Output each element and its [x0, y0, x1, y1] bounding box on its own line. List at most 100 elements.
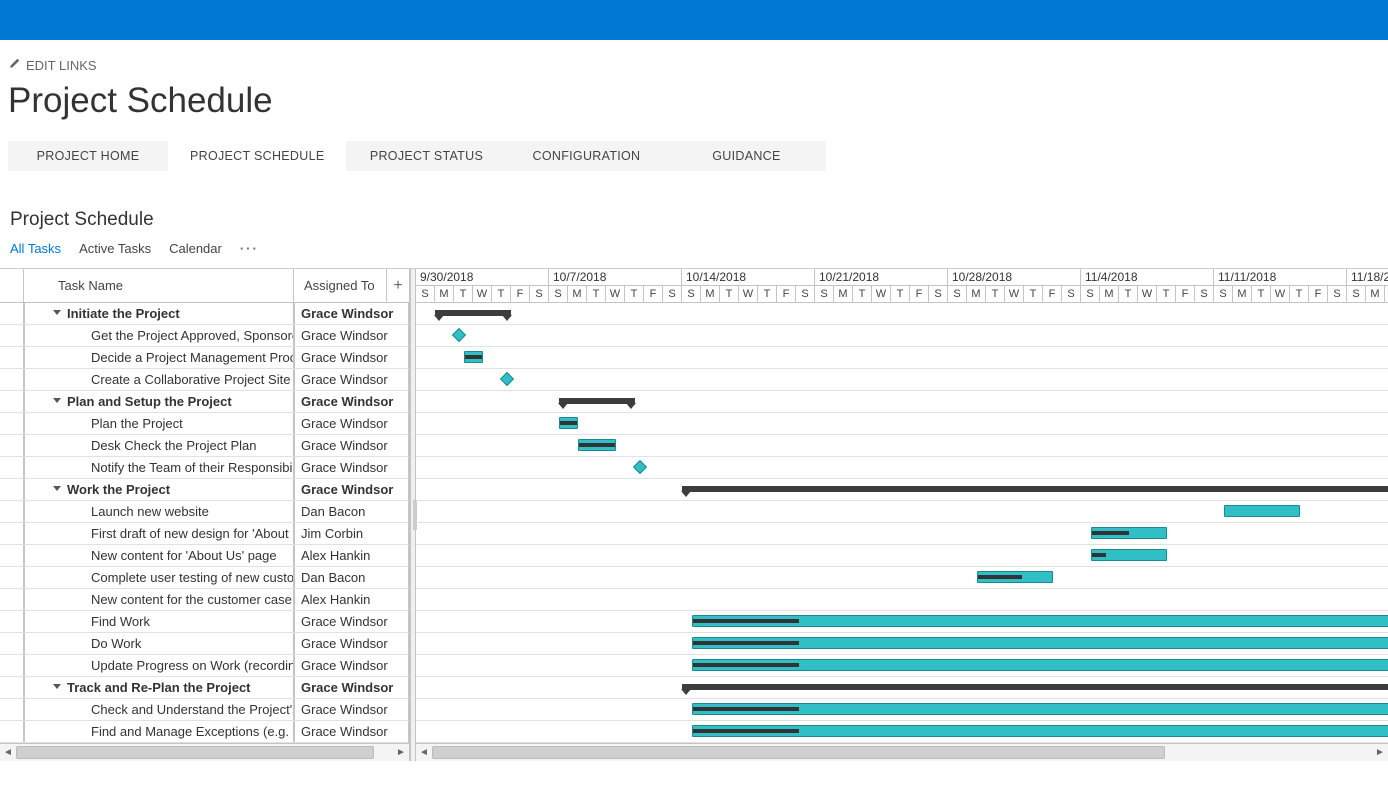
gantt-row[interactable] — [416, 391, 1388, 413]
task-bar[interactable] — [559, 417, 578, 429]
assigned-to-cell[interactable]: Grace Windsor — [294, 699, 409, 720]
view-more-button[interactable]: ··· — [240, 241, 259, 256]
summary-bar[interactable] — [559, 398, 635, 404]
task-name-cell[interactable]: Desk Check the Project Plan — [24, 435, 294, 456]
gantt-row[interactable] — [416, 721, 1388, 743]
task-bar[interactable] — [1224, 505, 1300, 517]
grid-horizontal-scrollbar[interactable]: ◄ ► — [0, 743, 409, 761]
gantt-row[interactable] — [416, 479, 1388, 501]
task-name-cell[interactable]: Track and Re-Plan the Project — [24, 677, 294, 698]
milestone-marker[interactable] — [632, 460, 646, 474]
summary-bar[interactable] — [682, 684, 1388, 690]
gantt-row[interactable] — [416, 457, 1388, 479]
chart-horizontal-scrollbar[interactable]: ◄ ► — [416, 743, 1388, 761]
summary-bar[interactable] — [435, 310, 511, 316]
assigned-to-cell[interactable]: Grace Windsor — [294, 633, 409, 654]
table-row[interactable]: Desk Check the Project PlanGrace Windsor — [0, 435, 409, 457]
gantt-row[interactable] — [416, 677, 1388, 699]
add-column-button[interactable]: + — [387, 269, 409, 302]
task-bar[interactable] — [692, 703, 1388, 715]
table-row[interactable]: Initiate the ProjectGrace Windsor — [0, 303, 409, 325]
assigned-to-cell[interactable]: Grace Windsor — [294, 413, 409, 434]
task-name-cell[interactable]: Create a Collaborative Project Site — [24, 369, 294, 390]
scroll-thumb[interactable] — [432, 746, 1165, 759]
scroll-right-icon[interactable]: ► — [393, 744, 409, 761]
assigned-to-cell[interactable]: Grace Windsor — [294, 369, 409, 390]
summary-bar[interactable] — [682, 486, 1388, 492]
task-name-cell[interactable]: New content for 'About Us' page — [24, 545, 294, 566]
table-row[interactable]: Do WorkGrace Windsor — [0, 633, 409, 655]
task-name-cell[interactable]: Get the Project Approved, Sponsored and … — [24, 325, 294, 346]
table-row[interactable]: Find and Manage Exceptions (e.g. issues,… — [0, 721, 409, 743]
gantt-row[interactable] — [416, 545, 1388, 567]
table-row[interactable]: Check and Understand the Project's Progr… — [0, 699, 409, 721]
assigned-to-cell[interactable]: Grace Windsor — [294, 655, 409, 676]
gantt-row[interactable] — [416, 699, 1388, 721]
view-tab-calendar[interactable]: Calendar — [169, 241, 222, 256]
gantt-row[interactable] — [416, 435, 1388, 457]
nav-tab-configuration[interactable]: CONFIGURATION — [506, 141, 666, 171]
view-tab-active-tasks[interactable]: Active Tasks — [79, 241, 151, 256]
scroll-left-icon[interactable]: ◄ — [0, 744, 16, 761]
table-row[interactable]: Notify the Team of their Responsibilitie… — [0, 457, 409, 479]
task-name-cell[interactable]: New content for the customer case studie… — [24, 589, 294, 610]
task-bar[interactable] — [692, 725, 1388, 737]
task-name-cell[interactable]: Notify the Team of their Responsibilitie… — [24, 457, 294, 478]
milestone-marker[interactable] — [452, 328, 466, 342]
task-name-cell[interactable]: Do Work — [24, 633, 294, 654]
assigned-to-cell[interactable]: Grace Windsor — [294, 457, 409, 478]
task-bar[interactable] — [692, 637, 1388, 649]
task-name-cell[interactable]: Find and Manage Exceptions (e.g. issues,… — [24, 721, 294, 742]
task-name-cell[interactable]: Update Progress on Work (recording actua… — [24, 655, 294, 676]
task-bar[interactable] — [692, 659, 1388, 671]
view-tab-all-tasks[interactable]: All Tasks — [10, 241, 61, 256]
table-row[interactable]: Create a Collaborative Project SiteGrace… — [0, 369, 409, 391]
nav-tab-project-status[interactable]: PROJECT STATUS — [346, 141, 506, 171]
table-row[interactable]: First draft of new design for 'About Us'… — [0, 523, 409, 545]
scroll-right-icon[interactable]: ► — [1372, 744, 1388, 761]
nav-tab-project-home[interactable]: PROJECT HOME — [8, 141, 168, 171]
table-row[interactable]: Find WorkGrace Windsor — [0, 611, 409, 633]
table-row[interactable]: New content for the customer case studie… — [0, 589, 409, 611]
task-name-cell[interactable]: Initiate the Project — [24, 303, 294, 324]
edit-links-button[interactable]: EDIT LINKS — [8, 58, 1380, 73]
table-row[interactable]: Get the Project Approved, Sponsored and … — [0, 325, 409, 347]
collapse-icon[interactable] — [53, 398, 61, 403]
task-name-cell[interactable]: Check and Understand the Project's Progr… — [24, 699, 294, 720]
gantt-row[interactable] — [416, 611, 1388, 633]
table-row[interactable]: Track and Re-Plan the ProjectGrace Winds… — [0, 677, 409, 699]
column-header-assigned[interactable]: Assigned To — [294, 269, 387, 302]
task-name-cell[interactable]: Launch new website — [24, 501, 294, 522]
task-bar[interactable] — [692, 615, 1388, 627]
task-bar[interactable] — [1091, 527, 1167, 539]
assigned-to-cell[interactable]: Grace Windsor — [294, 611, 409, 632]
assigned-to-cell[interactable]: Grace Windsor — [294, 347, 409, 368]
assigned-to-cell[interactable]: Alex Hankin — [294, 589, 409, 610]
table-row[interactable]: Update Progress on Work (recording actua… — [0, 655, 409, 677]
scroll-left-icon[interactable]: ◄ — [416, 744, 432, 761]
nav-tab-project-schedule[interactable]: PROJECT SCHEDULE — [168, 141, 346, 171]
column-header-taskname[interactable]: Task Name — [24, 269, 294, 302]
table-row[interactable]: Launch new websiteDan Bacon — [0, 501, 409, 523]
gantt-row[interactable] — [416, 325, 1388, 347]
assigned-to-cell[interactable]: Grace Windsor — [294, 677, 409, 698]
task-name-cell[interactable]: Complete user testing of new customer po… — [24, 567, 294, 588]
task-bar[interactable] — [1091, 549, 1167, 561]
task-name-cell[interactable]: Plan the Project — [24, 413, 294, 434]
table-row[interactable]: Work the ProjectGrace Windsor — [0, 479, 409, 501]
assigned-to-cell[interactable]: Grace Windsor — [294, 479, 409, 500]
table-row[interactable]: Plan the ProjectGrace Windsor — [0, 413, 409, 435]
assigned-to-cell[interactable]: Grace Windsor — [294, 391, 409, 412]
gantt-row[interactable] — [416, 347, 1388, 369]
table-row[interactable]: Decide a Project Management ProcessGrace… — [0, 347, 409, 369]
gantt-row[interactable] — [416, 633, 1388, 655]
gantt-row[interactable] — [416, 303, 1388, 325]
assigned-to-cell[interactable]: Dan Bacon — [294, 567, 409, 588]
table-row[interactable]: Complete user testing of new customer po… — [0, 567, 409, 589]
collapse-icon[interactable] — [53, 486, 61, 491]
assigned-to-cell[interactable]: Dan Bacon — [294, 501, 409, 522]
task-name-cell[interactable]: Work the Project — [24, 479, 294, 500]
assigned-to-cell[interactable]: Grace Windsor — [294, 721, 409, 742]
gantt-row[interactable] — [416, 501, 1388, 523]
milestone-marker[interactable] — [499, 372, 513, 386]
